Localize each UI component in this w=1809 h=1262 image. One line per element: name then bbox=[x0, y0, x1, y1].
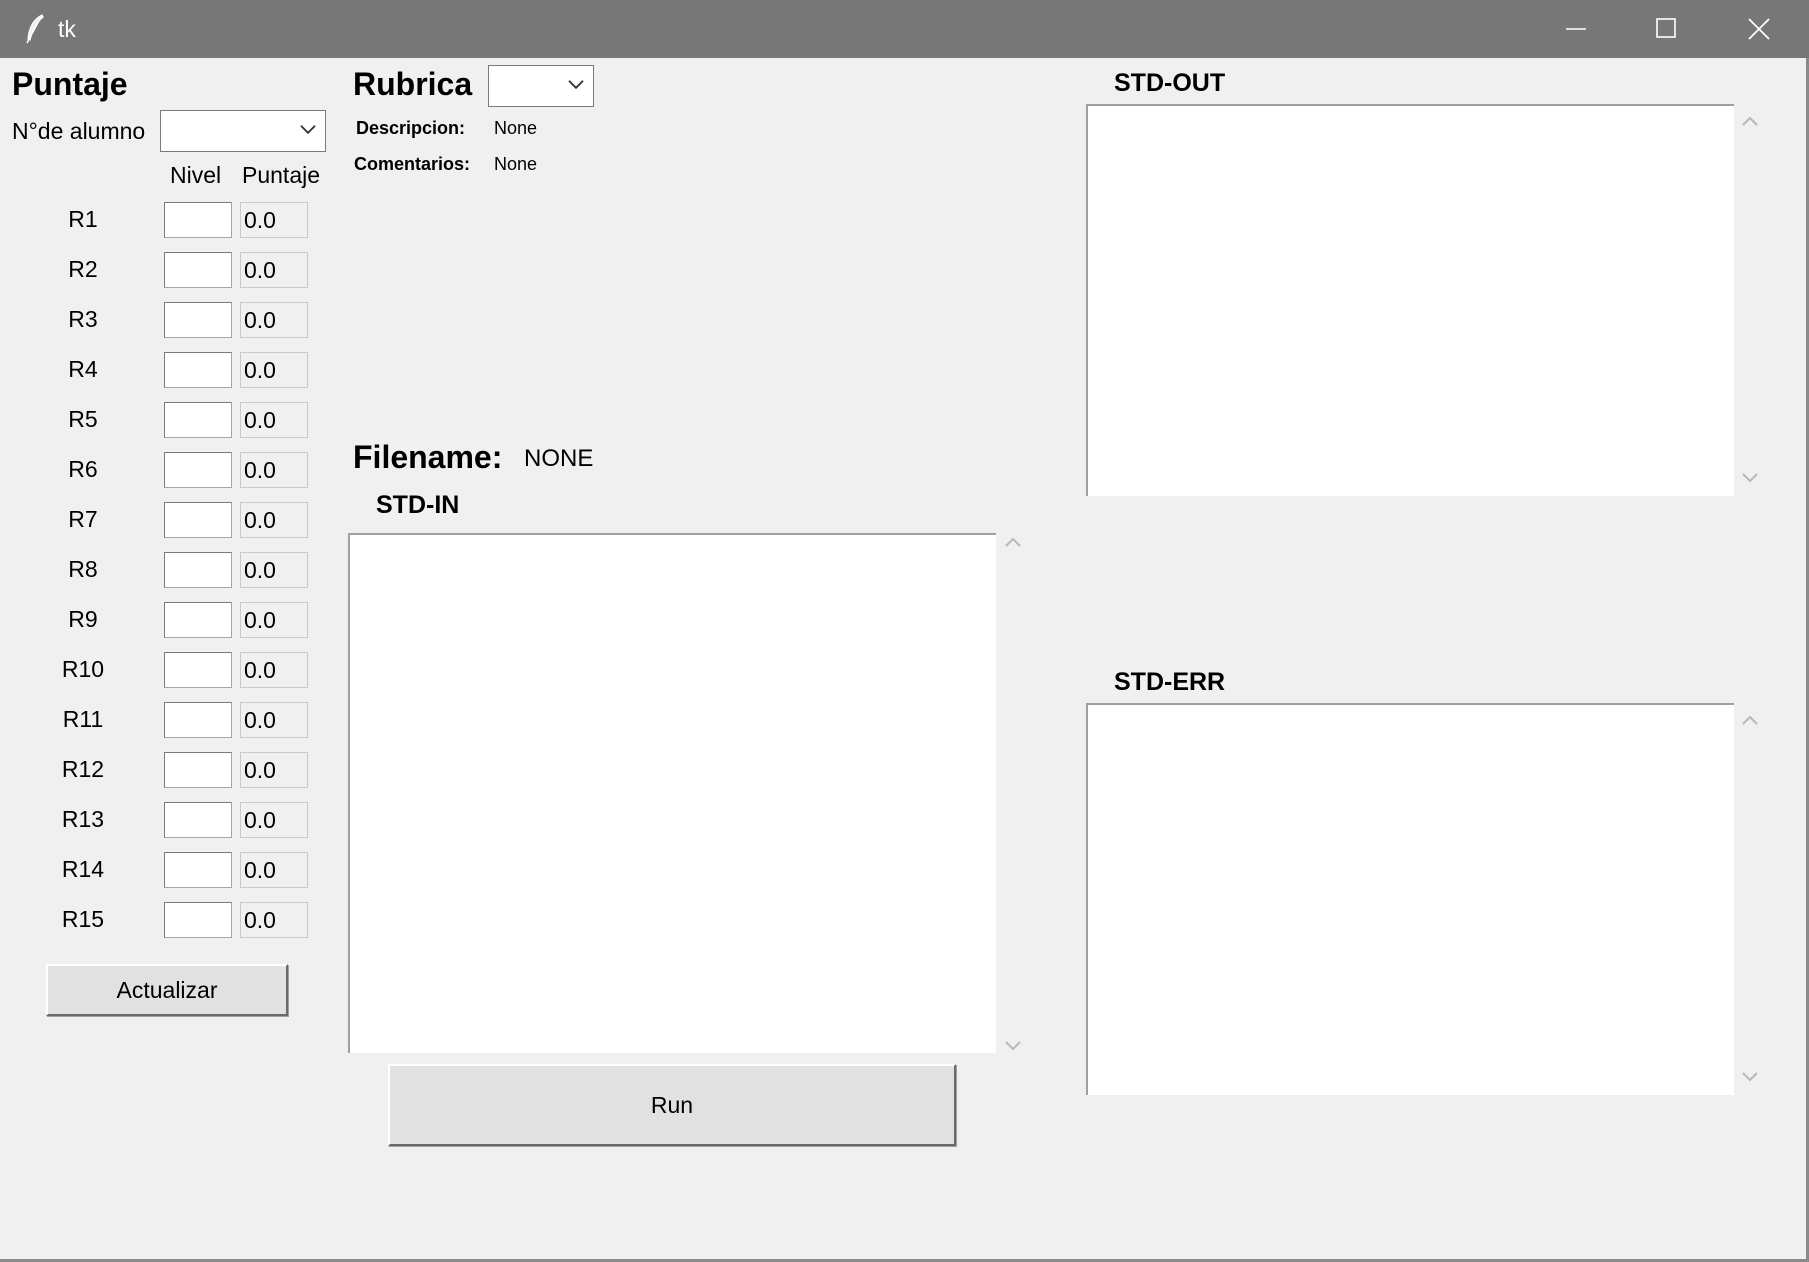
nivel-input[interactable] bbox=[164, 302, 232, 338]
nivel-input[interactable] bbox=[164, 402, 232, 438]
puntaje-value: 0.0 bbox=[240, 752, 308, 788]
alumno-combobox[interactable] bbox=[160, 110, 326, 152]
nivel-input[interactable] bbox=[164, 602, 232, 638]
puntaje-value: 0.0 bbox=[240, 802, 308, 838]
row-label: R5 bbox=[68, 406, 98, 432]
rubric-row: R1 0.0 bbox=[48, 200, 328, 240]
chevron-down-icon[interactable] bbox=[1001, 1036, 1025, 1056]
puntaje-value: 0.0 bbox=[240, 252, 308, 288]
nivel-input[interactable] bbox=[164, 652, 232, 688]
nivel-input[interactable] bbox=[164, 802, 232, 838]
std-in-textarea[interactable] bbox=[348, 533, 996, 1053]
rubric-row: R2 0.0 bbox=[48, 250, 328, 290]
maximize-button[interactable] bbox=[1620, 0, 1712, 58]
rubric-row: R12 0.0 bbox=[48, 750, 328, 790]
row-label: R10 bbox=[61, 656, 105, 682]
col-header-nivel: Nivel bbox=[170, 162, 222, 188]
comentarios-label: Comentarios: bbox=[354, 154, 471, 174]
comentarios-value: None bbox=[494, 154, 538, 174]
chevron-up-icon[interactable] bbox=[1001, 533, 1025, 553]
rubric-row: R6 0.0 bbox=[48, 450, 328, 490]
filename-label: Filename: bbox=[353, 439, 503, 475]
puntaje-value: 0.0 bbox=[240, 302, 308, 338]
row-label: R7 bbox=[68, 506, 98, 532]
chevron-down-icon bbox=[568, 80, 584, 90]
maximize-icon bbox=[1656, 18, 1676, 38]
nivel-input[interactable] bbox=[164, 902, 232, 938]
puntaje-value: 0.0 bbox=[240, 352, 308, 388]
row-label: R11 bbox=[62, 706, 104, 732]
nivel-input[interactable] bbox=[164, 852, 232, 888]
nivel-input[interactable] bbox=[164, 502, 232, 538]
minimize-button[interactable] bbox=[1530, 0, 1622, 58]
close-button[interactable] bbox=[1712, 0, 1804, 58]
rubric-row: R10 0.0 bbox=[48, 650, 328, 690]
feather-icon bbox=[26, 14, 44, 44]
row-label: R2 bbox=[68, 256, 98, 282]
puntaje-value: 0.0 bbox=[240, 202, 308, 238]
chevron-up-icon[interactable] bbox=[1738, 711, 1762, 731]
rubrica-combobox[interactable] bbox=[488, 65, 594, 107]
nivel-input[interactable] bbox=[164, 752, 232, 788]
row-label: R6 bbox=[68, 456, 98, 482]
nivel-input[interactable] bbox=[164, 352, 232, 388]
rubrica-heading: Rubrica bbox=[353, 66, 473, 102]
chevron-down-icon[interactable] bbox=[1738, 1067, 1762, 1087]
row-label: R13 bbox=[61, 806, 105, 832]
alumno-label: N°de alumno bbox=[12, 118, 146, 144]
std-in-label: STD-IN bbox=[376, 491, 460, 519]
filename-value: NONE bbox=[524, 445, 594, 472]
std-out-label: STD-OUT bbox=[1114, 69, 1226, 97]
rubric-row: R9 0.0 bbox=[48, 600, 328, 640]
row-label: R15 bbox=[61, 906, 105, 932]
puntaje-heading: Puntaje bbox=[12, 66, 128, 102]
nivel-input[interactable] bbox=[164, 452, 232, 488]
rubric-row: R3 0.0 bbox=[48, 300, 328, 340]
descripcion-label: Descripcion: bbox=[356, 118, 466, 138]
row-label: R14 bbox=[61, 856, 105, 882]
descripcion-value: None bbox=[494, 118, 538, 138]
puntaje-value: 0.0 bbox=[240, 502, 308, 538]
close-icon bbox=[1748, 18, 1770, 40]
puntaje-value: 0.0 bbox=[240, 552, 308, 588]
rubric-row: R5 0.0 bbox=[48, 400, 328, 440]
nivel-input[interactable] bbox=[164, 252, 232, 288]
puntaje-value: 0.0 bbox=[240, 402, 308, 438]
rubric-row: R11 0.0 bbox=[48, 700, 328, 740]
chevron-down-icon[interactable] bbox=[1738, 468, 1762, 488]
col-header-puntaje: Puntaje bbox=[242, 162, 321, 188]
puntaje-value: 0.0 bbox=[240, 702, 308, 738]
puntaje-value: 0.0 bbox=[240, 602, 308, 638]
row-label: R12 bbox=[61, 756, 105, 782]
row-label: R8 bbox=[68, 556, 98, 582]
rubric-row: R15 0.0 bbox=[48, 900, 328, 940]
row-label: R3 bbox=[68, 306, 98, 332]
row-label: R4 bbox=[68, 356, 98, 382]
row-label: R9 bbox=[68, 606, 98, 632]
window-title: tk bbox=[58, 16, 76, 42]
std-err-textarea[interactable] bbox=[1086, 703, 1734, 1095]
rubric-row: R8 0.0 bbox=[48, 550, 328, 590]
puntaje-value: 0.0 bbox=[240, 852, 308, 888]
std-out-textarea[interactable] bbox=[1086, 104, 1734, 496]
std-err-label: STD-ERR bbox=[1114, 668, 1226, 696]
nivel-input[interactable] bbox=[164, 202, 232, 238]
actualizar-button[interactable]: Actualizar bbox=[46, 964, 288, 1016]
rubric-row: R4 0.0 bbox=[48, 350, 328, 390]
puntaje-value: 0.0 bbox=[240, 652, 308, 688]
nivel-input[interactable] bbox=[164, 552, 232, 588]
rubric-row: R13 0.0 bbox=[48, 800, 328, 840]
chevron-up-icon[interactable] bbox=[1738, 112, 1762, 132]
rubric-row: R14 0.0 bbox=[48, 850, 328, 890]
nivel-input[interactable] bbox=[164, 702, 232, 738]
chevron-down-icon bbox=[300, 125, 316, 135]
row-label: R1 bbox=[68, 206, 98, 232]
minimize-icon bbox=[1566, 28, 1586, 30]
puntaje-value: 0.0 bbox=[240, 452, 308, 488]
run-button[interactable]: Run bbox=[388, 1064, 956, 1146]
puntaje-value: 0.0 bbox=[240, 902, 308, 938]
rubric-row: R7 0.0 bbox=[48, 500, 328, 540]
